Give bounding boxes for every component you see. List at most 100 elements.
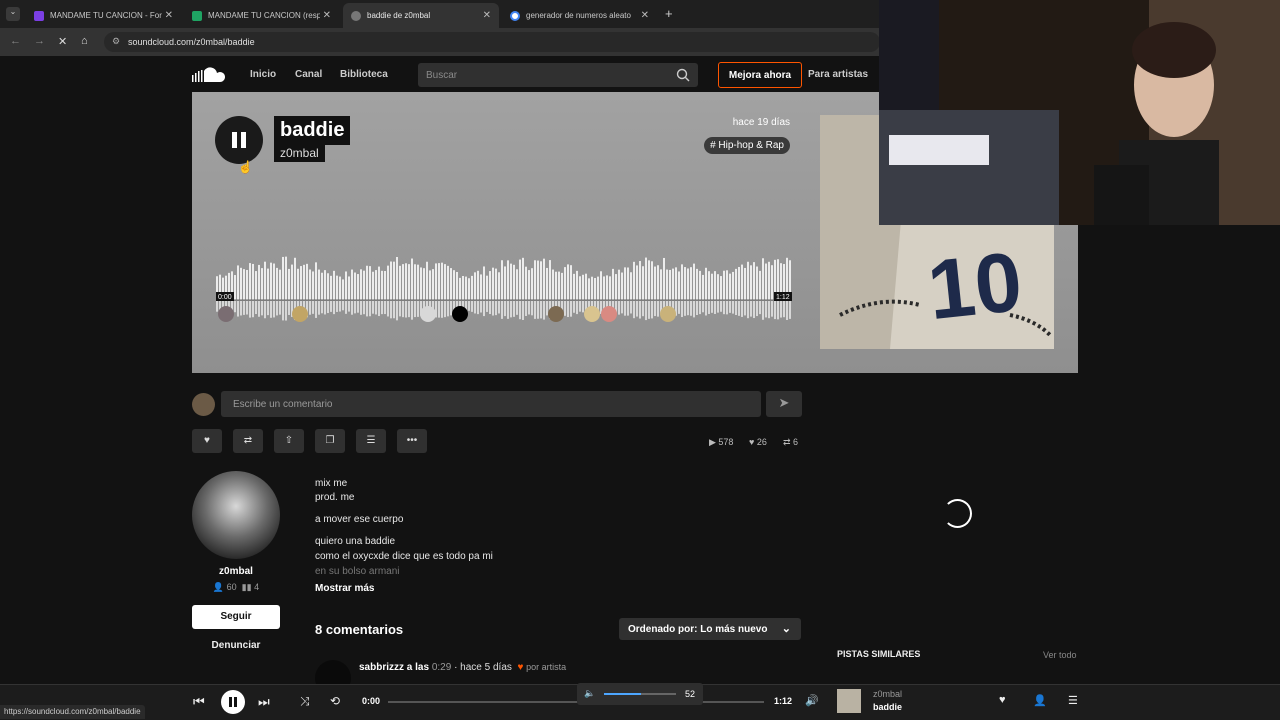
repost-button[interactable]: ⇄ xyxy=(233,429,263,453)
chevron-down-icon: ⌄ xyxy=(781,623,791,635)
heart-icon: ♥ xyxy=(749,437,757,447)
player-pause-button[interactable] xyxy=(221,690,245,714)
comment-avatar[interactable] xyxy=(584,306,600,322)
browser-status-url: https://soundcloud.com/z0mbal/baddie xyxy=(0,705,145,719)
volume-icon[interactable]: 🔊 xyxy=(805,694,819,707)
comment-avatar[interactable] xyxy=(660,306,676,322)
tab-list-icon[interactable]: ⌄ xyxy=(6,7,20,21)
heart-icon: ♥ xyxy=(517,662,524,673)
description-line: mix me xyxy=(315,478,348,489)
sort-dropdown[interactable]: Ordenado por: Lo más nuevo ⌄ xyxy=(619,618,801,640)
artist-name[interactable]: z0mbal xyxy=(192,566,280,577)
tab-forms[interactable]: MANDAME TU CANCION - For ✕ xyxy=(26,3,181,28)
plays-count: ▶ 578 xyxy=(709,437,734,447)
repeat-icon[interactable]: ⟲ xyxy=(330,694,340,708)
home-icon[interactable]: ⌂ xyxy=(81,35,88,47)
comment-avatar[interactable] xyxy=(601,306,617,322)
soundcloud-header: Inicio Canal Biblioteca Buscar Mejora ah… xyxy=(192,58,880,92)
copy-icon: ❐ xyxy=(325,435,335,446)
commenter-name[interactable]: sabbrizzz xyxy=(359,662,404,673)
tab-google[interactable]: generador de numeros aleato ✕ xyxy=(502,3,657,28)
loading-spinner-icon xyxy=(943,499,972,528)
now-playing-title[interactable]: baddie xyxy=(873,702,902,712)
like-icon[interactable]: ♥ xyxy=(999,694,1006,706)
progress-bar[interactable] xyxy=(388,701,764,703)
for-artists-link[interactable]: Para artistas xyxy=(808,69,868,80)
close-icon[interactable]: ✕ xyxy=(483,10,491,21)
volume-icon: 🔈 xyxy=(584,688,596,698)
nav-canal[interactable]: Canal xyxy=(295,69,322,80)
repost-icon: ⇄ xyxy=(243,435,253,446)
comment-avatar[interactable] xyxy=(452,306,468,322)
description-line: prod. me xyxy=(315,492,355,503)
tab-sheets[interactable]: MANDAME TU CANCION (resp ✕ xyxy=(184,3,339,28)
track-artist[interactable]: z0mbal xyxy=(274,144,325,162)
volume-value: 52 xyxy=(685,689,696,699)
description-line: en su bolso armani xyxy=(315,566,400,577)
webcam-overlay xyxy=(879,0,1280,225)
commenter-avatar[interactable] xyxy=(315,660,351,684)
soundcloud-logo-icon[interactable] xyxy=(192,67,228,83)
now-playing-artist[interactable]: z0mbal xyxy=(873,689,902,699)
volume-slider-fill xyxy=(604,693,642,695)
send-icon: ➤ xyxy=(778,395,790,410)
new-tab-icon[interactable]: + xyxy=(665,6,673,21)
url-field[interactable]: ⚙ soundcloud.com/z0mbal/baddie xyxy=(104,32,880,52)
comment-timestamp[interactable]: 0:29 xyxy=(432,662,451,673)
like-button[interactable]: ♥ xyxy=(192,429,222,453)
waveform[interactable]: 0:00 1:12 xyxy=(216,248,792,328)
similar-tracks-heading: PISTAS SIMILARES xyxy=(837,649,921,659)
shuffle-icon[interactable]: ⤨ xyxy=(300,694,310,709)
nav-inicio[interactable]: Inicio xyxy=(250,69,276,80)
now-playing-artwork[interactable] xyxy=(837,689,861,713)
comment-avatar[interactable] xyxy=(292,306,308,322)
google-icon xyxy=(510,10,520,21)
waveform-start-time: 0:00 xyxy=(218,294,232,301)
back-icon[interactable]: ← xyxy=(10,35,21,47)
tracks-icon: ▮▮ xyxy=(241,582,252,592)
comment-avatar[interactable] xyxy=(218,306,234,322)
track-date: hace 19 días xyxy=(732,117,790,128)
stop-icon[interactable]: ✕ xyxy=(58,35,67,48)
copy-link-button[interactable]: ❐ xyxy=(315,429,345,453)
more-icon: ••• xyxy=(406,435,418,446)
waveform-end-time: 1:12 xyxy=(776,294,790,301)
volume-slider[interactable] xyxy=(604,693,676,695)
comment-input[interactable]: Escribe un comentario xyxy=(221,391,761,417)
comment-avatar[interactable] xyxy=(548,306,564,322)
genre-tag[interactable]: # Hip-hop & Rap xyxy=(704,137,790,154)
comments-count: 8 comentarios xyxy=(315,622,404,637)
queue-icon[interactable]: ☰ xyxy=(1068,694,1078,707)
follow-user-icon[interactable]: 👤 xyxy=(1033,694,1047,707)
current-time: 0:00 xyxy=(362,696,381,706)
comment-avatar[interactable] xyxy=(420,306,436,322)
report-button[interactable]: Denunciar xyxy=(192,640,280,651)
artist-avatar[interactable] xyxy=(192,471,280,559)
forward-icon[interactable]: → xyxy=(34,35,45,47)
description-line: quiero una baddie xyxy=(315,536,396,547)
search-icon[interactable] xyxy=(676,68,690,82)
close-icon[interactable]: ✕ xyxy=(165,10,173,21)
site-info-icon[interactable]: ⚙ xyxy=(112,36,120,47)
previous-icon[interactable]: ⏮ xyxy=(193,694,205,710)
add-to-playlist-button[interactable]: ☰ xyxy=(356,429,386,453)
next-icon[interactable]: ⏭ xyxy=(258,694,270,710)
show-more-button[interactable]: Mostrar más xyxy=(315,583,374,594)
soundcloud-icon xyxy=(351,10,361,21)
repost-icon: ⇄ xyxy=(783,437,794,447)
tab-soundcloud[interactable]: baddie de z0mbal ✕ xyxy=(343,3,499,28)
send-comment-button[interactable]: ➤ xyxy=(766,391,802,417)
close-icon[interactable]: ✕ xyxy=(641,10,649,21)
duration: 1:12 xyxy=(774,696,793,706)
close-icon[interactable]: ✕ xyxy=(323,10,331,21)
sheets-icon xyxy=(192,10,202,21)
upgrade-button[interactable]: Mejora ahora xyxy=(718,62,802,88)
search-input[interactable]: Buscar xyxy=(418,63,698,87)
artist-stats: 👤 60 ▮▮ 4 xyxy=(212,582,260,592)
pause-button[interactable] xyxy=(215,116,263,164)
more-button[interactable]: ••• xyxy=(397,429,427,453)
share-button[interactable]: ⇧ xyxy=(274,429,304,453)
nav-biblioteca[interactable]: Biblioteca xyxy=(340,69,388,80)
follow-button[interactable]: Seguir xyxy=(192,605,280,629)
see-all-link[interactable]: Ver todo xyxy=(1043,650,1077,660)
